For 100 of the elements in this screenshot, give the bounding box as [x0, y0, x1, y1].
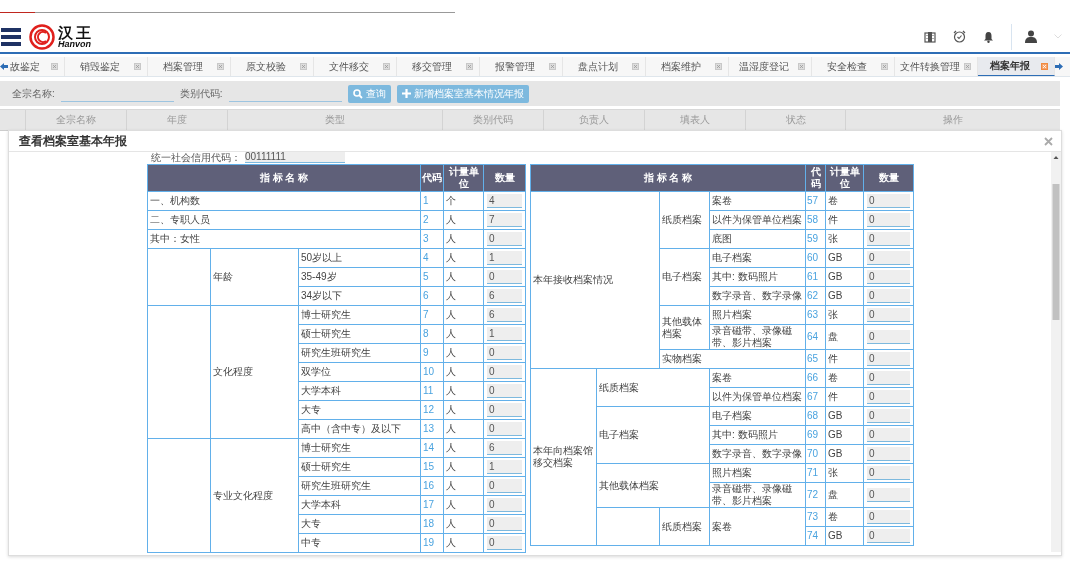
code-cell: 4: [420, 248, 444, 268]
close-icon[interactable]: [1044, 136, 1053, 146]
indicator-cell: 其中: 数码照片: [709, 425, 806, 445]
indicator-cell: 纸质档案: [596, 368, 710, 407]
quantity-field[interactable]: 0: [867, 447, 911, 461]
quantity-field[interactable]: 0: [867, 194, 911, 208]
close-icon[interactable]: [964, 63, 971, 70]
code-cell: 74: [805, 526, 826, 546]
close-icon[interactable]: [466, 63, 473, 70]
quantity-field[interactable]: 6: [487, 289, 523, 303]
unit-cell: 个: [443, 191, 484, 211]
quantity-field[interactable]: 0: [487, 232, 523, 246]
tab[interactable]: 档案管理: [148, 57, 231, 76]
quantity-field[interactable]: 0: [867, 232, 911, 246]
unit-cell: GB: [825, 286, 864, 306]
code-cell: 70: [805, 444, 826, 464]
quantity-field[interactable]: 0: [867, 330, 911, 344]
close-icon[interactable]: [549, 63, 556, 70]
quantity-field[interactable]: 0: [867, 352, 911, 366]
close-icon[interactable]: [1041, 63, 1048, 70]
quantity-field[interactable]: 0: [487, 346, 523, 360]
quantity-field[interactable]: 4: [487, 194, 523, 208]
quantity-field[interactable]: 0: [867, 466, 911, 480]
tab[interactable]: 档案维护: [646, 57, 729, 76]
close-icon[interactable]: [881, 63, 888, 70]
user-icon[interactable]: [1025, 30, 1037, 43]
quantity-field[interactable]: 0: [867, 251, 911, 265]
unit-cell: 人: [443, 533, 484, 553]
tab[interactable]: 温湿度登记: [729, 57, 812, 76]
close-icon[interactable]: [632, 63, 639, 70]
scrollbar[interactable]: [1051, 152, 1061, 552]
quantity-field[interactable]: 0: [867, 409, 911, 423]
code-cell: 3: [420, 229, 444, 249]
column-header: 计量单位: [443, 164, 484, 192]
quantity-field[interactable]: 1: [487, 327, 523, 341]
close-icon[interactable]: [51, 63, 58, 70]
quantity-field[interactable]: 7: [487, 213, 523, 227]
quantity-field[interactable]: 0: [867, 390, 911, 404]
left-arrow-icon[interactable]: [0, 63, 8, 70]
quantity-field[interactable]: 0: [487, 498, 523, 512]
code-cell: 12: [420, 400, 444, 420]
quantity-field[interactable]: 0: [487, 403, 523, 417]
right-arrow-icon[interactable]: [1055, 63, 1063, 70]
tab[interactable]: 移交管理: [397, 57, 480, 76]
quantity-field[interactable]: 6: [487, 441, 523, 455]
quantity-field[interactable]: 0: [867, 213, 911, 227]
quantity-field[interactable]: 0: [487, 384, 523, 398]
tab[interactable]: 档案年报: [978, 57, 1055, 76]
indicator-cell: 大专: [298, 514, 421, 534]
quantity-field[interactable]: 0: [867, 529, 911, 543]
quantity-field[interactable]: 0: [867, 371, 911, 385]
code-cell: 19: [420, 533, 444, 553]
building-icon[interactable]: [924, 30, 936, 43]
close-icon[interactable]: [798, 63, 805, 70]
quantity-field[interactable]: 1: [487, 460, 523, 474]
tab[interactable]: 原文校验: [231, 57, 314, 76]
unit-cell: 人: [443, 438, 484, 458]
quantity-field[interactable]: 0: [487, 536, 523, 550]
unit-cell: 张: [825, 305, 864, 325]
close-icon[interactable]: [134, 63, 141, 70]
quantity-field[interactable]: 0: [487, 365, 523, 379]
tab[interactable]: 故鉴定: [8, 57, 65, 76]
quantity-field[interactable]: 0: [487, 422, 523, 436]
quantity-field[interactable]: 6: [487, 308, 523, 322]
close-icon[interactable]: [715, 63, 722, 70]
quantity-field[interactable]: 0: [867, 428, 911, 442]
indicator-cell: 本年向档案馆移交档案: [530, 368, 597, 546]
logo-icon: [29, 23, 55, 50]
close-icon[interactable]: [300, 63, 307, 70]
code-cell: 13: [420, 419, 444, 439]
tab[interactable]: 销毁鉴定: [65, 57, 148, 76]
unit-cell: 张: [825, 229, 864, 249]
tab[interactable]: 文件移交: [314, 57, 397, 76]
quantity-field[interactable]: 0: [487, 517, 523, 531]
quantity-field[interactable]: 0: [867, 308, 911, 322]
unit-cell: 卷: [825, 368, 864, 388]
unit-cell: 件: [825, 387, 864, 407]
quantity-field[interactable]: 0: [867, 510, 911, 524]
code-cell: 8: [420, 324, 444, 344]
indicator-cell: 其他载体档案: [659, 305, 710, 350]
quantity-field[interactable]: 0: [867, 488, 911, 502]
quantity-field[interactable]: 0: [487, 479, 523, 493]
quantity-field[interactable]: 0: [867, 270, 911, 284]
quantity-field[interactable]: 0: [487, 270, 523, 284]
tab[interactable]: 报警管理: [480, 57, 563, 76]
unit-cell: 人: [443, 400, 484, 420]
close-icon[interactable]: [217, 63, 224, 70]
tab[interactable]: 盘点计划: [563, 57, 646, 76]
close-icon[interactable]: [383, 63, 390, 70]
quantity-field[interactable]: 0: [867, 289, 911, 303]
logo-subtitle: Hanvon: [58, 39, 92, 49]
credit-code-field[interactable]: 00111111: [245, 152, 345, 163]
quantity-field[interactable]: 1: [487, 251, 523, 265]
menu-icon[interactable]: [1, 27, 21, 46]
bell-icon[interactable]: [983, 30, 994, 43]
indicator-cell: 硕士研究生: [298, 324, 421, 344]
tab[interactable]: 安全检查: [812, 57, 895, 76]
caret-icon[interactable]: [1054, 34, 1062, 39]
code-cell: 58: [805, 210, 826, 230]
alarm-clock-icon[interactable]: [953, 30, 966, 43]
